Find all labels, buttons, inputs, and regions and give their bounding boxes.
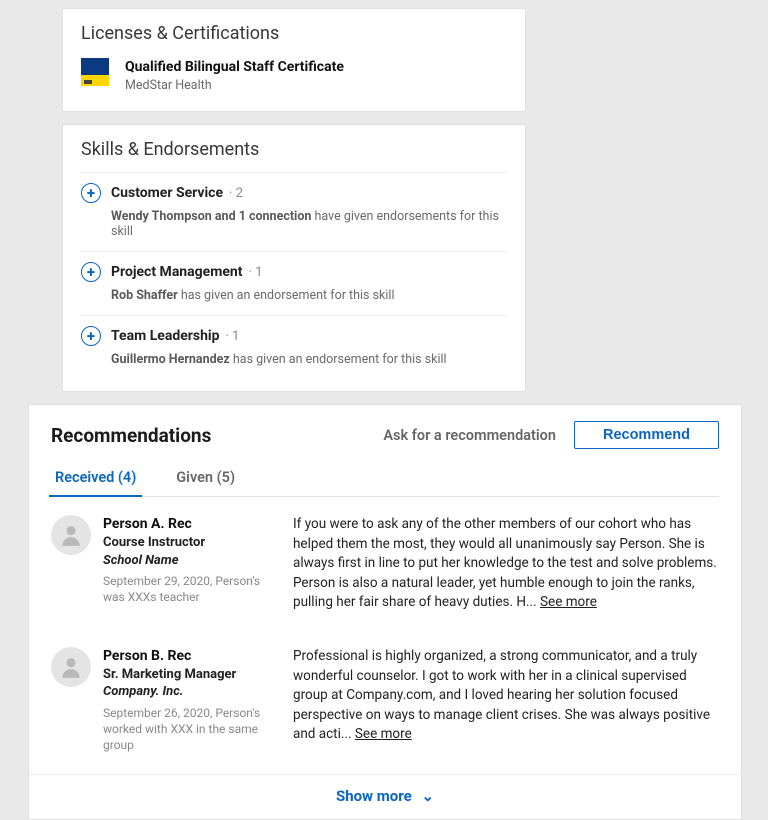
skill-row: + Customer Service · 2 Wendy Thompson an… (81, 172, 507, 251)
skill-count: · 2 (229, 186, 243, 201)
recommender-name[interactable]: Person A. Rec (103, 515, 273, 534)
recommendation-text: If you were to ask any of the other memb… (293, 516, 717, 610)
see-more-link[interactable]: See more (355, 726, 412, 742)
licenses-card: Licenses & Certifications Qualified Bili… (62, 8, 526, 112)
skill-name[interactable]: Project Management (111, 264, 242, 280)
avatar-placeholder-icon[interactable] (51, 515, 91, 555)
endorser-name: Rob Shaffer (111, 288, 178, 303)
skill-name[interactable]: Customer Service (111, 185, 223, 201)
endorsement-tail: has given an endorsement for this skill (178, 288, 395, 303)
certification-row[interactable]: Qualified Bilingual Staff Certificate Me… (81, 58, 507, 93)
recommender-role: Course Instructor (103, 534, 273, 552)
recommendations-header: Recommendations Ask for a recommendation… (51, 421, 719, 449)
certification-title: Qualified Bilingual Staff Certificate (125, 58, 344, 76)
recommendation-body: If you were to ask any of the other memb… (293, 515, 719, 613)
skill-head: + Customer Service · 2 (81, 183, 507, 203)
certification-text: Qualified Bilingual Staff Certificate Me… (125, 58, 344, 93)
skill-head: + Team Leadership · 1 (81, 326, 507, 346)
skill-row: + Team Leadership · 1 Guillermo Hernande… (81, 315, 507, 379)
endorse-plus-icon[interactable]: + (81, 326, 101, 346)
recommend-button[interactable]: Recommend (574, 421, 719, 449)
endorsement-line: Guillermo Hernandez has given an endorse… (111, 352, 507, 367)
recommendation-subtext: September 26, 2020, Person's worked with… (103, 705, 273, 754)
recommender-company: Company. Inc. (103, 683, 273, 701)
licenses-title: Licenses & Certifications (81, 23, 507, 44)
endorse-plus-icon[interactable]: + (81, 262, 101, 282)
endorsement-line: Rob Shaffer has given an endorsement for… (111, 288, 507, 303)
tab-given[interactable]: Given (5) (172, 461, 239, 496)
recommendations-title: Recommendations (51, 424, 211, 447)
recommendation-item: Person A. Rec Course Instructor School N… (51, 497, 719, 629)
recommender-company: School Name (103, 552, 273, 570)
endorser-name: Wendy Thompson and 1 connection (111, 209, 311, 224)
recommender-name[interactable]: Person B. Rec (103, 647, 273, 666)
skill-count: · 1 (226, 329, 240, 344)
recommendation-body: Professional is highly organized, a stro… (293, 647, 719, 754)
skills-title: Skills & Endorsements (81, 139, 507, 160)
skill-head: + Project Management · 1 (81, 262, 507, 282)
recommender-role: Sr. Marketing Manager (103, 666, 273, 684)
chevron-down-icon: ⌄ (421, 787, 434, 805)
recommendations-actions: Ask for a recommendation Recommend (383, 421, 719, 449)
skill-count: · 1 (248, 265, 262, 280)
tab-received[interactable]: Received (4) (51, 461, 140, 496)
endorsement-line: Wendy Thompson and 1 connection have giv… (111, 209, 507, 239)
recommendation-left: Person B. Rec Sr. Marketing Manager Comp… (51, 647, 293, 754)
endorsement-tail: has given an endorsement for this skill (230, 352, 447, 367)
recommendations-card: Recommendations Ask for a recommendation… (28, 404, 742, 819)
endorse-plus-icon[interactable]: + (81, 183, 101, 203)
medstar-logo-icon (81, 58, 109, 86)
ask-recommendation-link[interactable]: Ask for a recommendation (383, 427, 556, 444)
recommendation-left: Person A. Rec Course Instructor School N… (51, 515, 293, 613)
skill-name[interactable]: Team Leadership (111, 328, 220, 344)
recommendation-subtext: September 29, 2020, Person's was XXXs te… (103, 573, 273, 605)
see-more-link[interactable]: See more (540, 594, 597, 610)
skills-card: Skills & Endorsements + Customer Service… (62, 124, 526, 392)
recommendation-item: Person B. Rec Sr. Marketing Manager Comp… (51, 629, 719, 770)
show-more-label: Show more (336, 787, 412, 805)
recommendation-meta: Person A. Rec Course Instructor School N… (103, 515, 273, 613)
certification-org: MedStar Health (125, 78, 344, 93)
avatar-placeholder-icon[interactable] (51, 647, 91, 687)
skill-row: + Project Management · 1 Rob Shaffer has… (81, 251, 507, 315)
show-more-button[interactable]: Show more ⌄ (29, 774, 741, 819)
recommendation-meta: Person B. Rec Sr. Marketing Manager Comp… (103, 647, 273, 754)
recommendation-tabs: Received (4) Given (5) (51, 461, 719, 497)
endorser-name: Guillermo Hernandez (111, 352, 230, 367)
